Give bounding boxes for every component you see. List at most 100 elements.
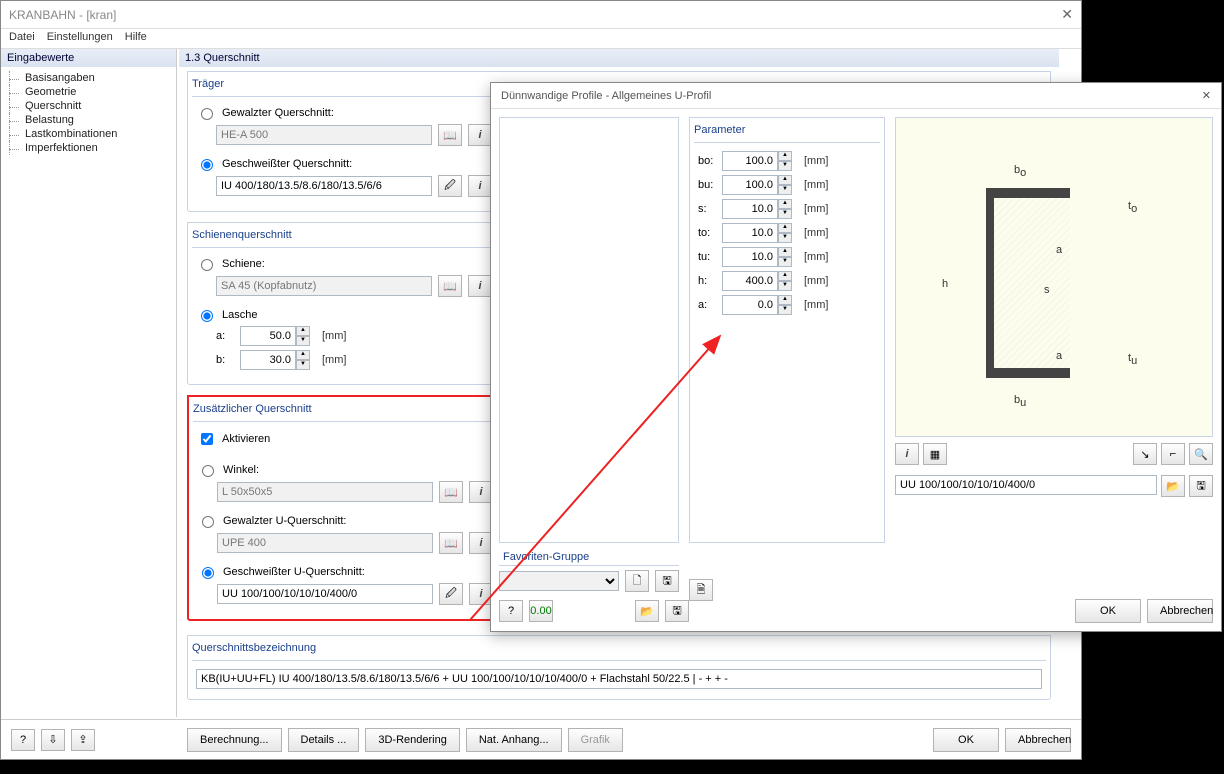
spin-up-icon[interactable]: ▲: [778, 247, 792, 257]
input-qsbez[interactable]: [196, 669, 1042, 689]
label-weldedU: Geschweißter U-Querschnitt:: [223, 566, 365, 578]
spin-up-icon[interactable]: ▲: [778, 223, 792, 233]
input-rolledU-value[interactable]: [217, 533, 433, 553]
main-footer: ? ⇩ ⇪ Berechnung... Details ... 3D-Rende…: [1, 719, 1081, 759]
note-icon[interactable]: 🗎: [689, 579, 713, 601]
spin-down-icon[interactable]: ▼: [296, 360, 310, 370]
spin-up-icon[interactable]: ▲: [778, 151, 792, 161]
fav-save-icon[interactable]: 🖫: [655, 570, 679, 592]
spin-down-icon[interactable]: ▼: [778, 305, 792, 315]
render-button[interactable]: 3D-Rendering: [365, 728, 459, 752]
input-weldedU-value[interactable]: [217, 584, 433, 604]
nav-item-querschnitt[interactable]: Querschnitt: [15, 99, 176, 113]
import-icon[interactable]: ⇩: [41, 729, 65, 751]
radio-schiene[interactable]: [201, 259, 213, 271]
stress-icon[interactable]: ▦: [923, 443, 947, 465]
cancel-button[interactable]: Abbrechen: [1005, 728, 1071, 752]
spin-up-icon[interactable]: ▲: [296, 350, 310, 360]
spin-down-icon[interactable]: ▼: [778, 281, 792, 291]
input-designation[interactable]: [895, 475, 1157, 495]
spin-down-icon[interactable]: ▼: [778, 185, 792, 195]
library-icon[interactable]: 📖: [438, 275, 462, 297]
param-unit: [mm]: [804, 179, 828, 191]
axes-icon[interactable]: ↘: [1133, 443, 1157, 465]
edit-icon[interactable]: 🖉: [438, 175, 462, 197]
help-icon[interactable]: ?: [11, 729, 35, 751]
nav-item-basis[interactable]: Basisangaben: [15, 71, 176, 85]
open-icon[interactable]: 📂: [635, 600, 659, 622]
param-input-0[interactable]: [722, 151, 778, 171]
nav-header: Eingabewerte: [1, 49, 176, 67]
spin-down-icon[interactable]: ▼: [778, 257, 792, 267]
library-icon[interactable]: 📖: [438, 124, 462, 146]
menu-settings[interactable]: Einstellungen: [47, 31, 113, 46]
dim-icon[interactable]: ⌐: [1161, 443, 1185, 465]
info-icon[interactable]: i: [895, 443, 919, 465]
param-input-5[interactable]: [722, 271, 778, 291]
spin-up-icon[interactable]: ▲: [778, 271, 792, 281]
input-welded-value[interactable]: [216, 176, 432, 196]
radio-angle[interactable]: [202, 465, 214, 477]
close-icon[interactable]: ✕: [1061, 6, 1073, 23]
spin-up-icon[interactable]: ▲: [778, 295, 792, 305]
fav-new-icon[interactable]: 🗋: [625, 570, 649, 592]
ok-button[interactable]: OK: [933, 728, 999, 752]
spin-up-icon[interactable]: ▲: [778, 199, 792, 209]
nav-item-geometrie[interactable]: Geometrie: [15, 85, 176, 99]
radio-lasche[interactable]: [201, 310, 213, 322]
calc-button[interactable]: Berechnung...: [187, 728, 282, 752]
annex-button[interactable]: Nat. Anhang...: [466, 728, 562, 752]
spin-up-icon[interactable]: ▲: [296, 326, 310, 336]
radio-welded[interactable]: [201, 159, 213, 171]
input-rolled-value[interactable]: [216, 125, 432, 145]
library-icon[interactable]: 📖: [439, 481, 463, 503]
spin-up-icon[interactable]: ▲: [778, 175, 792, 185]
param-input-1[interactable]: [722, 175, 778, 195]
spin-b[interactable]: [240, 350, 296, 370]
radio-rolled[interactable]: [201, 108, 213, 120]
info-icon[interactable]: i: [468, 124, 492, 146]
nav-item-imperf[interactable]: Imperfektionen: [15, 141, 176, 155]
legend-qsbez: Querschnittsbezeichnung: [192, 640, 1046, 661]
details-button[interactable]: Details ...: [288, 728, 360, 752]
close-icon[interactable]: ✕: [1202, 89, 1211, 102]
check-activate[interactable]: [201, 433, 213, 445]
category-list[interactable]: [499, 117, 679, 543]
open-icon[interactable]: 📂: [1161, 475, 1185, 497]
save-icon[interactable]: 🖫: [1189, 475, 1213, 497]
dlg-cancel-button[interactable]: Abbrechen: [1147, 599, 1213, 623]
nav-item-lastkomb[interactable]: Lastkombinationen: [15, 127, 176, 141]
radio-rolledU[interactable]: [202, 516, 214, 528]
dlg-ok-button[interactable]: OK: [1075, 599, 1141, 623]
help-icon[interactable]: ?: [499, 600, 523, 622]
zoom-icon[interactable]: 🔍: [1189, 443, 1213, 465]
spin-down-icon[interactable]: ▼: [778, 161, 792, 171]
param-input-2[interactable]: [722, 199, 778, 219]
fav-select[interactable]: [499, 571, 619, 591]
section-title: 1.3 Querschnitt: [179, 49, 1059, 67]
param-symbol: tu:: [698, 251, 716, 263]
library-icon[interactable]: 📖: [439, 532, 463, 554]
menu-file[interactable]: Datei: [9, 31, 35, 46]
param-input-3[interactable]: [722, 223, 778, 243]
units-icon[interactable]: 0.00: [529, 600, 553, 622]
radio-weldedU[interactable]: [202, 567, 214, 579]
edit-icon[interactable]: 🖉: [439, 583, 463, 605]
spin-down-icon[interactable]: ▼: [296, 336, 310, 346]
save-icon[interactable]: 🖫: [665, 600, 689, 622]
input-angle-value[interactable]: [217, 482, 433, 502]
param-input-6[interactable]: [722, 295, 778, 315]
grafik-button[interactable]: Grafik: [568, 728, 623, 752]
param-unit: [mm]: [804, 227, 828, 239]
param-input-4[interactable]: [722, 247, 778, 267]
menu-help[interactable]: Hilfe: [125, 31, 147, 46]
input-schiene-value[interactable]: [216, 276, 432, 296]
info-icon[interactable]: i: [468, 175, 492, 197]
nav-item-belastung[interactable]: Belastung: [15, 113, 176, 127]
info-icon[interactable]: i: [468, 275, 492, 297]
spin-down-icon[interactable]: ▼: [778, 233, 792, 243]
spin-a[interactable]: [240, 326, 296, 346]
export-icon[interactable]: ⇪: [71, 729, 95, 751]
param-symbol: a:: [698, 299, 716, 311]
spin-down-icon[interactable]: ▼: [778, 209, 792, 219]
